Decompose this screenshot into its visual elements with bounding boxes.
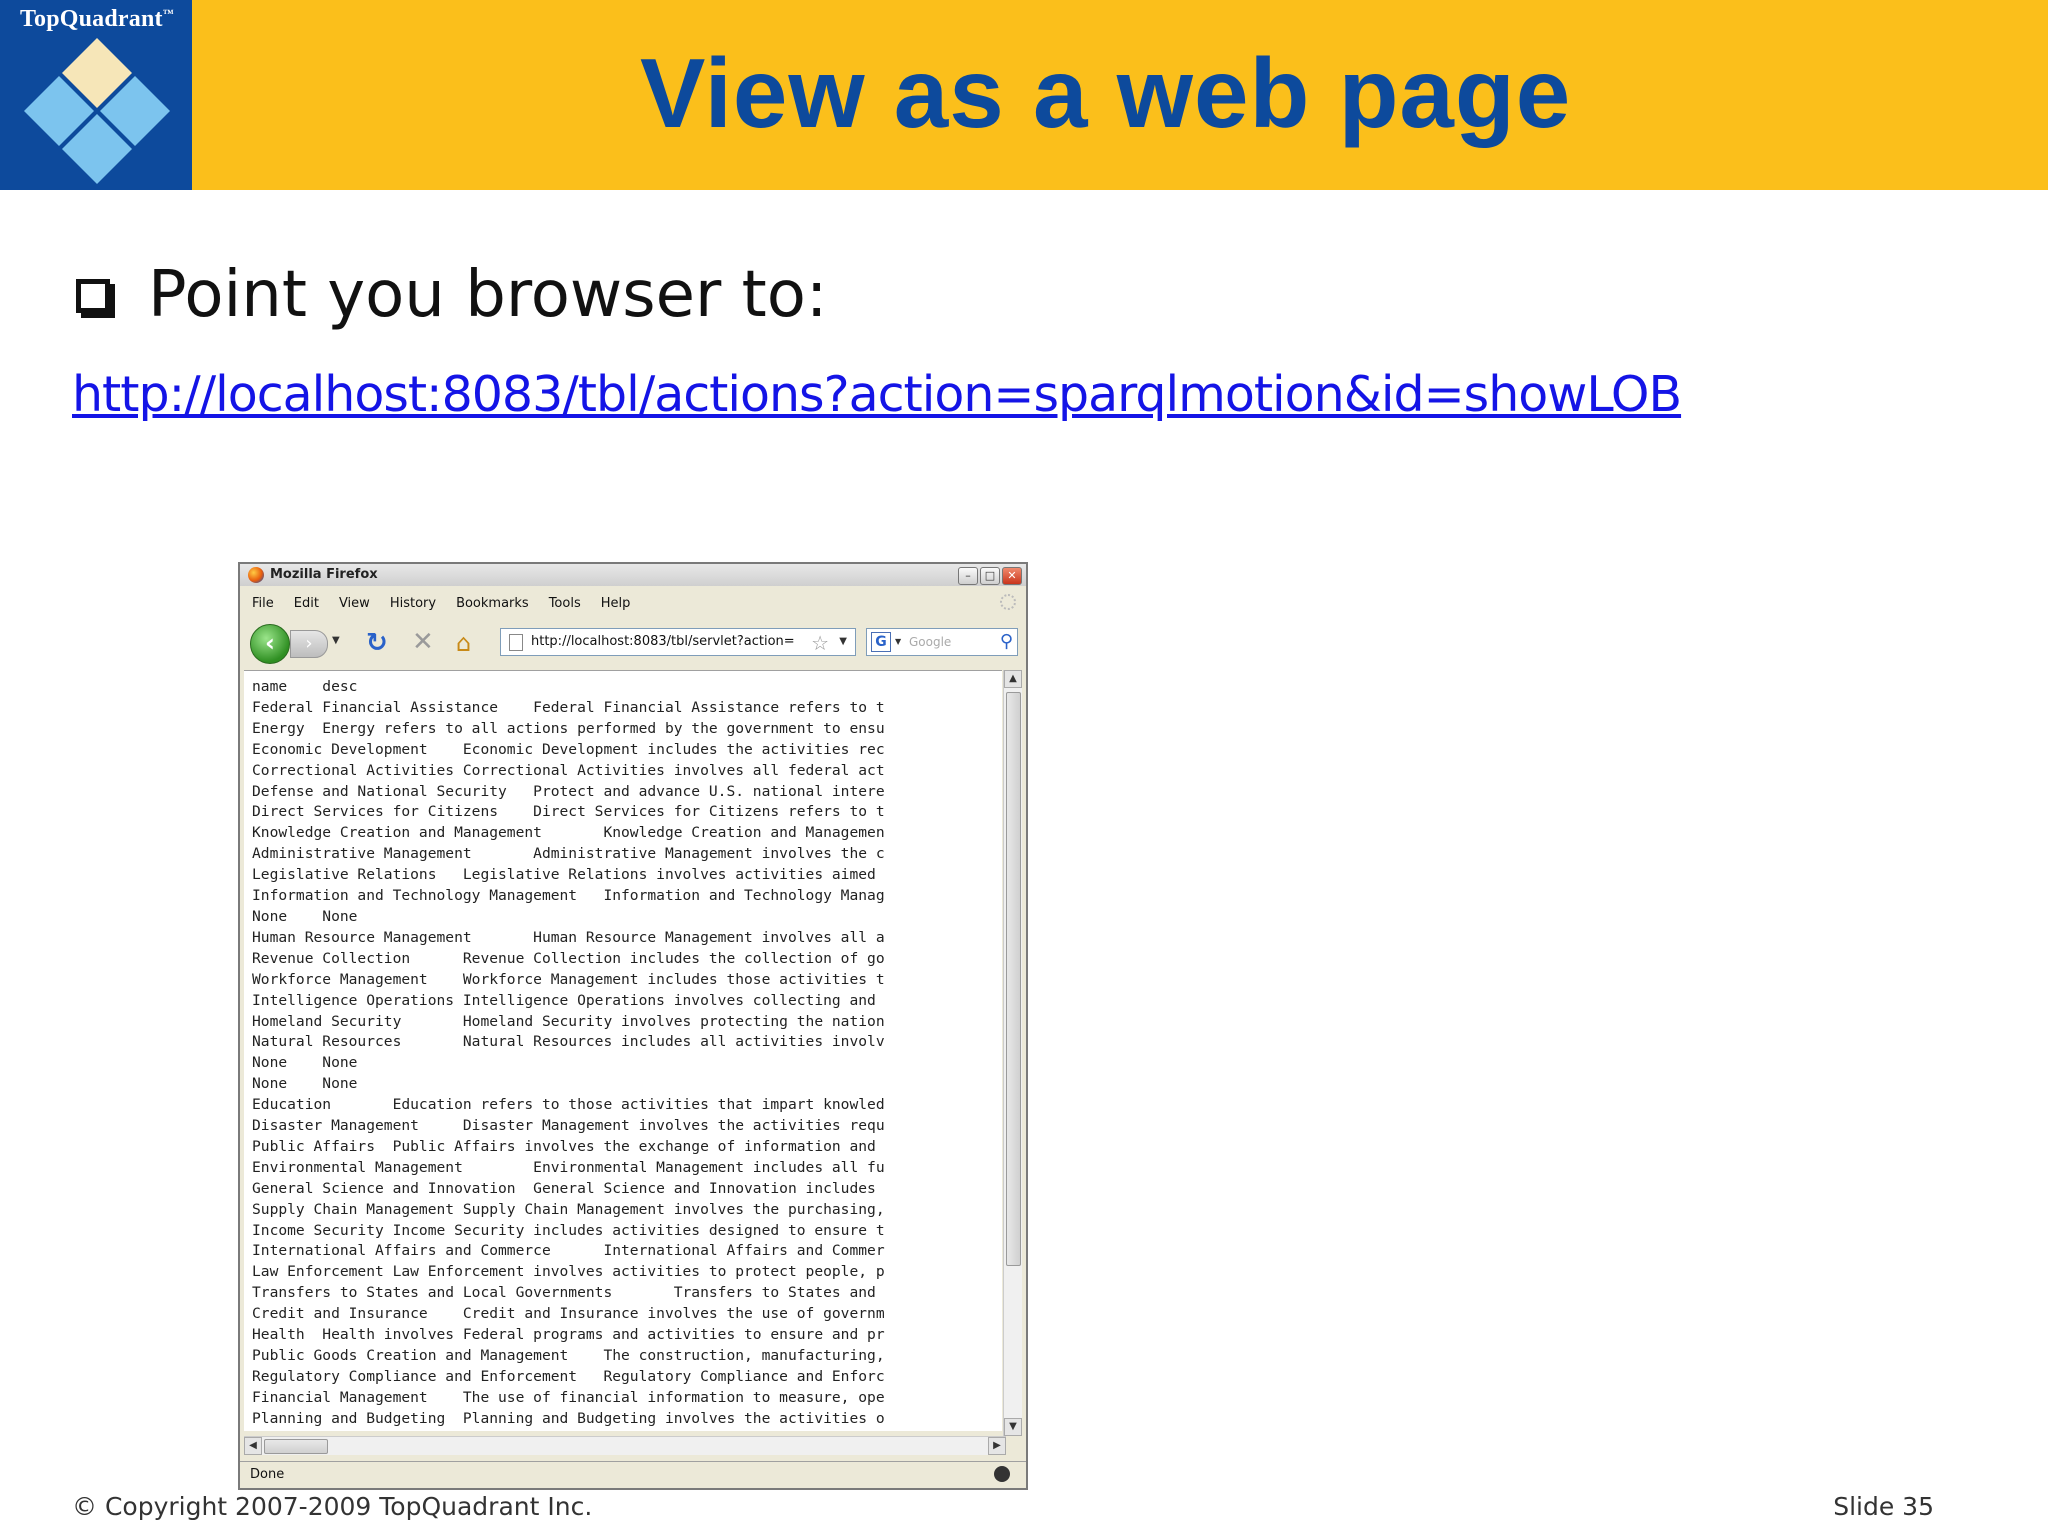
reload-icon[interactable]: ↻ xyxy=(366,628,388,658)
search-placeholder[interactable]: Google xyxy=(909,635,951,649)
menu-file[interactable]: File xyxy=(252,596,274,611)
scroll-right-icon[interactable]: ▶ xyxy=(988,1437,1006,1455)
search-icon[interactable]: ⚲ xyxy=(1000,631,1013,652)
menu-edit[interactable]: Edit xyxy=(294,596,319,611)
maximize-icon[interactable]: □ xyxy=(980,567,1000,585)
logo-diamond-icon xyxy=(24,38,170,184)
firefox-window-screenshot: Mozilla Firefox – □ ✕ File Edit View His… xyxy=(238,562,1028,1490)
content-line: Transfers to States and Local Government… xyxy=(252,1284,876,1302)
horizontal-scroll-thumb[interactable] xyxy=(264,1439,328,1454)
browser-url-link[interactable]: http://localhost:8083/tbl/actions?action… xyxy=(72,366,1682,423)
bullet-text: Point you browser to: xyxy=(148,258,828,332)
status-text: Done xyxy=(250,1467,285,1482)
address-text[interactable]: http://localhost:8083/tbl/servlet?action… xyxy=(531,634,803,649)
content-line: Regulatory Compliance and Enforcement Re… xyxy=(252,1367,885,1385)
content-line: Public Affairs Public Affairs involves t… xyxy=(252,1137,876,1155)
content-line: Income Security Income Security includes… xyxy=(252,1221,885,1239)
close-icon[interactable]: ✕ xyxy=(1002,567,1022,585)
logo-text: TopQuadrant™ xyxy=(20,6,174,33)
content-line: None None xyxy=(252,1075,358,1093)
menu-view[interactable]: View xyxy=(339,596,370,611)
horizontal-scrollbar[interactable]: ◀ ▶ xyxy=(244,1436,1006,1455)
content-line: Workforce Management Workforce Managemen… xyxy=(252,970,885,988)
square-bullet-icon xyxy=(76,279,110,313)
content-line: Knowledge Creation and Management Knowle… xyxy=(252,824,885,842)
vertical-scroll-thumb[interactable] xyxy=(1006,692,1021,1266)
content-line: Administrative Management Administrative… xyxy=(252,845,885,863)
minimize-icon[interactable]: – xyxy=(958,567,978,585)
content-line: Information and Technology Management In… xyxy=(252,887,885,905)
vertical-scrollbar[interactable]: ▲ ▼ xyxy=(1003,670,1022,1436)
logo-name: TopQuadrant xyxy=(20,6,163,32)
content-line: Natural Resources Natural Resources incl… xyxy=(252,1033,885,1051)
menu-tools[interactable]: Tools xyxy=(549,596,581,611)
content-line: Correctional Activities Correctional Act… xyxy=(252,761,885,779)
content-header-line: name desc xyxy=(252,678,358,695)
home-icon[interactable]: ⌂ xyxy=(456,629,471,657)
search-bar[interactable]: G ▼ Google ⚲ xyxy=(866,628,1018,656)
window-controls: – □ ✕ xyxy=(958,567,1022,585)
content-line: Law Enforcement Law Enforcement involves… xyxy=(252,1263,885,1281)
back-arrow-icon[interactable]: ‹ xyxy=(250,624,290,664)
content-line: Supply Chain Management Supply Chain Man… xyxy=(252,1200,885,1218)
content-line: Financial Management The use of financia… xyxy=(252,1388,885,1406)
content-line: Intelligence Operations Intelligence Ope… xyxy=(252,991,876,1009)
history-dropdown-icon[interactable]: ▼ xyxy=(332,635,340,646)
content-line: Direct Services for Citizens Direct Serv… xyxy=(252,803,885,821)
content-line: Federal Financial Assistance Federal Fin… xyxy=(252,698,885,716)
content-line: Defense and National Security Protect an… xyxy=(252,782,885,800)
throbber-icon xyxy=(1000,594,1016,610)
content-line: General Science and Innovation General S… xyxy=(252,1179,876,1197)
content-line: International Affairs and Commerce Inter… xyxy=(252,1242,885,1260)
stop-icon[interactable]: ✕ xyxy=(412,627,434,657)
content-line: None None xyxy=(252,1054,358,1072)
firefox-icon xyxy=(248,567,264,583)
status-indicator-icon xyxy=(994,1466,1010,1482)
status-bar: Done xyxy=(240,1461,1026,1488)
scroll-left-icon[interactable]: ◀ xyxy=(244,1437,262,1455)
bookmark-star-icon[interactable]: ☆ xyxy=(811,631,829,655)
content-line: None None xyxy=(252,907,358,925)
content-line: Health Health involves Federal programs … xyxy=(252,1326,885,1344)
content-line: Homeland Security Homeland Security invo… xyxy=(252,1012,885,1030)
content-text: name desc Federal Financial Assistance Fe… xyxy=(244,671,1002,1431)
menu-bar: File Edit View History Bookmarks Tools H… xyxy=(240,592,1026,614)
content-line: Legislative Relations Legislative Relati… xyxy=(252,866,876,884)
scroll-up-icon[interactable]: ▲ xyxy=(1004,670,1022,688)
forward-arrow-icon[interactable]: › xyxy=(290,630,328,658)
window-title: Mozilla Firefox xyxy=(270,567,378,582)
copyright-notice: © Copyright 2007-2009 TopQuadrant Inc. xyxy=(72,1492,593,1521)
search-engine-icon[interactable]: G xyxy=(871,632,891,652)
page-content: name desc Federal Financial Assistance Fe… xyxy=(244,670,1002,1431)
address-bar[interactable]: http://localhost:8083/tbl/servlet?action… xyxy=(500,628,856,656)
slide-number: Slide 35 xyxy=(1833,1492,1934,1521)
window-titlebar: Mozilla Firefox – □ ✕ xyxy=(240,564,1026,586)
address-dropdown-icon[interactable]: ▼ xyxy=(839,636,847,647)
bullet-item: Point you browser to: xyxy=(76,258,827,332)
content-line: Credit and Insurance Credit and Insuranc… xyxy=(252,1305,885,1323)
content-line: Planning and Budgeting Planning and Budg… xyxy=(252,1409,885,1427)
menu-history[interactable]: History xyxy=(390,596,436,611)
page-icon xyxy=(509,634,523,651)
navigation-toolbar: ‹ › ▼ ↻ ✕ ⌂ http://localhost:8083/tbl/se… xyxy=(240,622,1026,664)
content-line: Disaster Management Disaster Management … xyxy=(252,1117,885,1135)
content-line: Economic Development Economic Developmen… xyxy=(252,740,885,758)
engine-dropdown-icon[interactable]: ▼ xyxy=(895,637,901,646)
slide-title: View as a web page xyxy=(640,38,1572,148)
content-line: Education Education refers to those acti… xyxy=(252,1096,885,1114)
menu-bookmarks[interactable]: Bookmarks xyxy=(456,596,529,611)
menu-help[interactable]: Help xyxy=(601,596,631,611)
content-line: Environmental Management Environmental M… xyxy=(252,1158,885,1176)
content-line: Human Resource Management Human Resource… xyxy=(252,928,885,946)
content-line: Public Goods Creation and Management The… xyxy=(252,1347,885,1364)
scroll-down-icon[interactable]: ▼ xyxy=(1004,1418,1022,1436)
content-line: Energy Energy refers to all actions perf… xyxy=(252,719,885,737)
topquadrant-logo: TopQuadrant™ xyxy=(0,0,192,190)
logo-trademark: ™ xyxy=(162,8,174,20)
content-line: Revenue Collection Revenue Collection in… xyxy=(252,949,885,967)
